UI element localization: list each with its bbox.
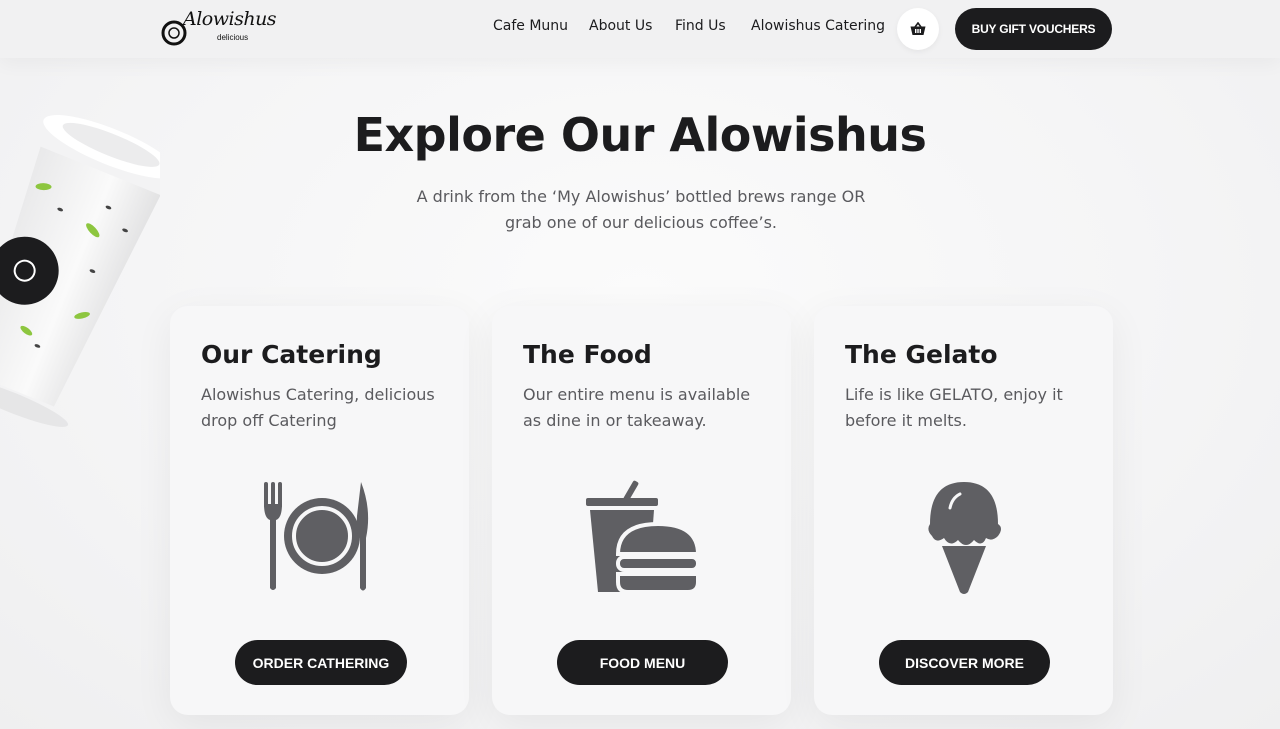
alowishus-logo[interactable]: Alowishus delicious xyxy=(161,8,277,50)
ice-cream-cone-icon xyxy=(814,476,1113,596)
page-subtitle: A drink from the ‘My Alowishus’ bottled … xyxy=(416,187,866,232)
card-food: The Food Our entire menu is available as… xyxy=(492,306,791,715)
card-title: The Gelato xyxy=(845,340,998,369)
buy-gift-vouchers-button[interactable]: BUY GIFT VOUCHERS xyxy=(955,8,1112,50)
discover-more-button[interactable]: DISCOVER MORE xyxy=(879,640,1050,685)
card-title: Our Catering xyxy=(201,340,382,369)
logo-tagline: delicious xyxy=(217,33,249,42)
nav-alowishus-catering[interactable]: Alowishus Catering xyxy=(751,18,885,34)
card-description: Our entire menu is available as dine in … xyxy=(523,385,751,430)
nav-cafe-menu[interactable]: Cafe Munu xyxy=(493,18,568,34)
site-header: Alowishus delicious Cafe Munu About Us F… xyxy=(0,0,1280,58)
cart-button[interactable] xyxy=(897,8,939,50)
fork-plate-knife-icon xyxy=(170,476,469,596)
food-menu-button[interactable]: FOOD MENU xyxy=(557,640,728,685)
drink-burger-icon xyxy=(492,476,791,596)
card-description: Life is like GELATO, enjoy it before it … xyxy=(845,385,1063,430)
nav-about-us[interactable]: About Us xyxy=(589,18,652,34)
card-catering: Our Catering Alowishus Catering, delicio… xyxy=(170,306,469,715)
basket-icon xyxy=(910,22,926,35)
card-gelato: The Gelato Life is like GELATO, enjoy it… xyxy=(814,306,1113,715)
order-catering-button[interactable]: ORDER CATHERING xyxy=(235,640,407,685)
page-title: Explore Our Alowishus xyxy=(353,108,927,162)
logo-brand-text: Alowishus xyxy=(183,8,277,30)
card-title: The Food xyxy=(523,340,652,369)
nav-find-us[interactable]: Find Us xyxy=(675,18,726,34)
card-description: Alowishus Catering, delicious drop off C… xyxy=(201,385,435,430)
